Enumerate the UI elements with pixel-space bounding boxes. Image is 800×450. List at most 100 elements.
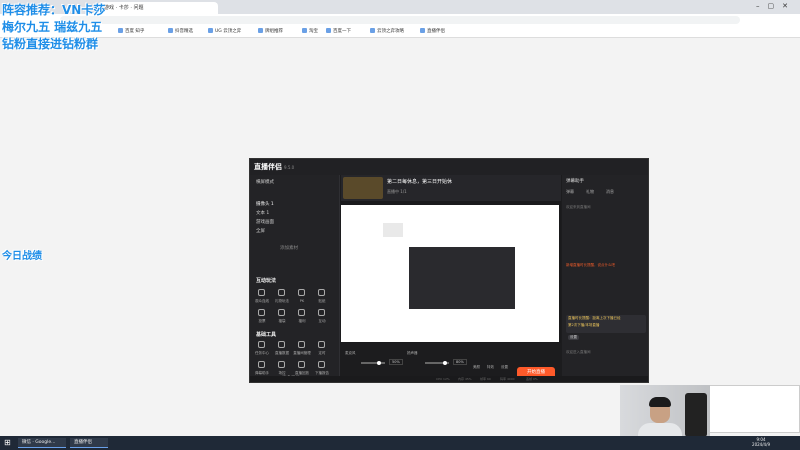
reminder-settings-badge[interactable]: 设置 [568, 335, 579, 340]
tool-icon[interactable] [298, 341, 305, 348]
tool-icon[interactable] [278, 341, 285, 348]
tool-icon[interactable] [258, 289, 265, 296]
tool-label: 礼物玩法 [275, 299, 289, 303]
tool-icon[interactable] [258, 361, 265, 368]
bookmark-icon [370, 28, 375, 33]
stream-title[interactable]: 第二日每休息，第三日开始休 [387, 178, 452, 185]
tool-icon[interactable] [318, 309, 325, 316]
tool-icon[interactable] [258, 341, 265, 348]
stream-cover-image[interactable] [343, 177, 383, 199]
tab-gifts[interactable]: 礼物 [586, 189, 594, 195]
app-sidebar: 横屏模式 摄像头 1 文本 1 游戏画面 全屏 添加素材 互动玩法 观众连线 礼物… [250, 175, 340, 382]
browser-tab[interactable]: 游戏 · 卡莎 · 问题 [98, 2, 218, 14]
tool-label: 观众连线 [255, 299, 269, 303]
settings-button[interactable]: 设置 [501, 365, 508, 370]
tool-icon[interactable] [318, 361, 325, 368]
speaker-slider-knob[interactable] [443, 361, 447, 365]
tool-icon[interactable] [278, 289, 285, 296]
clock-date: 2024/4/9 [752, 442, 770, 447]
tool-label: 定时 [318, 351, 326, 355]
bookmark-item[interactable]: UG 云顶之弈 [208, 28, 241, 36]
tool-icon[interactable] [318, 341, 325, 348]
bookmark-item[interactable]: 直播伴侣 [420, 28, 445, 36]
chat-footer-message: 欢迎进入直播间 [566, 350, 591, 354]
tool-label: 直播数据 [275, 351, 289, 355]
stream-subtitle: 直播中 1/1 [387, 189, 407, 194]
chat-message: 欢迎来到直播间 [566, 205, 591, 209]
overlay-line-2: 梅尔九五 瑞兹九五 [2, 20, 103, 34]
streaming-app-window: 直播伴侣 9.5.0 横屏模式 摄像头 1 文本 1 游戏画面 全屏 添加素材 互… [249, 158, 649, 383]
speaker-volume: 80% [453, 359, 467, 365]
tool-icon[interactable] [298, 289, 305, 296]
scene-item[interactable]: 摄像头 1 [256, 201, 274, 207]
center-panel: 第二日每休息，第三日开始休 直播中 1/1 麦克风 50% 扬声器 80% 美颜… [341, 175, 561, 382]
overlay-line-3: 钻粉直接进钻粉群 [2, 37, 99, 51]
status-memory: 内存 45% [458, 377, 472, 381]
bookmark-icon [420, 28, 425, 33]
bookmark-icon [302, 28, 307, 33]
taskbar-item-browser[interactable]: 微信 · Google... [18, 438, 66, 448]
bookmark-icon [258, 28, 263, 33]
reminder-text: 直播时长提醒：距离上次下播已经 [568, 316, 621, 320]
taskbar: ⊞ 微信 · Google... 直播伴侣 9:04 2024/4/9 [0, 436, 800, 450]
bookmark-item[interactable]: 百度一下 [326, 28, 351, 36]
bookmarks-bar: 百度 知乎 抖音精选 UG 云顶之弈 牌组推荐 淘宝 百度一下 云顶之弈攻略 直… [0, 26, 800, 38]
address-bar[interactable] [60, 16, 740, 24]
status-dropped: 丢帧 0% [526, 377, 538, 381]
mic-volume: 50% [389, 359, 403, 365]
speaker-slider[interactable] [425, 361, 449, 365]
windows-start-icon[interactable]: ⊞ [4, 439, 12, 447]
tab-danmaku[interactable]: 弹幕 [566, 189, 574, 195]
scene-item[interactable]: 文本 1 [256, 210, 269, 216]
webcam-chair [685, 393, 707, 437]
chat-notice: 新增直播时长提醒，说点什么吧 [566, 263, 615, 267]
tool-icon[interactable] [278, 309, 285, 316]
webcam-feed [620, 385, 710, 437]
mic-slider[interactable] [361, 361, 385, 365]
webcam-person-body [638, 423, 682, 437]
status-bar: CPU 12% 内存 45% 帧率 60 码率 4000 丢帧 0% [250, 376, 648, 382]
stream-info-bar: 第二日每休息，第三日开始休 直播中 1/1 [341, 175, 561, 201]
danmaku-panel-title: 弹幕助手 [566, 179, 584, 184]
bookmark-item[interactable]: 百度 知乎 [118, 28, 144, 36]
tool-icon[interactable] [278, 361, 285, 368]
bookmark-icon [326, 28, 331, 33]
beauty-button[interactable]: 美颜 [473, 365, 480, 370]
scene-item[interactable]: 游戏画面 [256, 219, 274, 225]
browser-chrome: 游戏 · 卡莎 · 问题 –▢✕ 百度 知乎 抖音精选 UG 云顶之弈 牌组推荐… [0, 0, 800, 38]
bookmark-icon [118, 28, 123, 33]
window-controls[interactable]: –▢✕ [756, 2, 796, 10]
tool-icon[interactable] [298, 361, 305, 368]
bookmark-item[interactable]: 牌组推荐 [258, 28, 283, 36]
scene-item[interactable]: 全屏 [256, 228, 265, 234]
tool-label: PK [299, 299, 305, 303]
status-fps: 帧率 60 [480, 377, 491, 381]
status-cpu: CPU 12% [436, 377, 450, 381]
tab-messages[interactable]: 消息 [606, 189, 614, 195]
tool-icon[interactable] [258, 309, 265, 316]
tool-icon[interactable] [298, 309, 305, 316]
layout-mode-select[interactable]: 横屏模式 [256, 179, 274, 185]
add-scene-button[interactable]: 添加素材 [280, 245, 298, 251]
overlay-line-1: 阵容推荐：VN卡莎 [2, 3, 106, 17]
bookmark-icon [208, 28, 213, 33]
effects-button[interactable]: 特效 [487, 365, 494, 370]
taskbar-item-streaming-app[interactable]: 直播伴侣 [70, 438, 108, 448]
bookmark-item[interactable]: 云顶之弈攻略 [370, 28, 404, 36]
speaker-label: 扬声器 [407, 351, 418, 355]
taskbar-clock[interactable]: 9:04 2024/4/9 [752, 437, 770, 447]
tool-label: 投票 [258, 319, 266, 323]
app-titlebar: 直播伴侣 9.5.0 [250, 159, 648, 175]
stream-preview[interactable] [341, 205, 559, 342]
section-interact-title: 互动玩法 [256, 278, 277, 284]
bookmark-item[interactable]: 淘宝 [302, 28, 318, 36]
reminder-bubble: 直播时长提醒：距离上次下播已经 第2次下播/本场直播 [566, 315, 646, 333]
app-logo: 直播伴侣 9.5.0 [254, 163, 295, 171]
tool-icon[interactable] [318, 289, 325, 296]
address-bar-row [0, 14, 800, 26]
bookmark-item[interactable]: 抖音精选 [168, 28, 193, 36]
webcam-person-hair [649, 397, 671, 407]
tool-label: 任务中心 [255, 351, 269, 355]
mic-slider-knob[interactable] [377, 361, 381, 365]
tool-label: 福袋 [278, 319, 286, 323]
